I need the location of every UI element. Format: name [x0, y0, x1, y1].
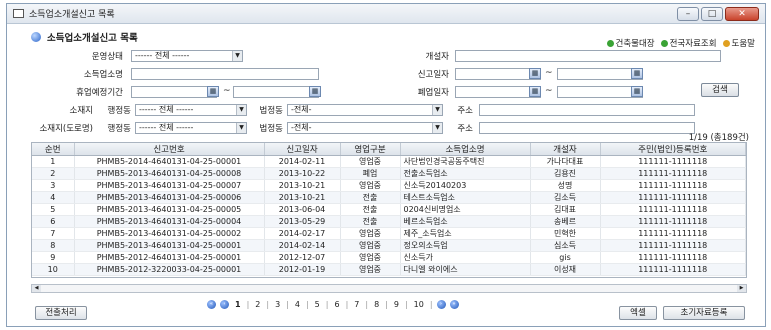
horizontal-scrollbar[interactable]: ◀ ▶ — [31, 284, 747, 293]
status-label: 운영상태 — [91, 52, 123, 62]
road-legal-dong-select[interactable]: -전체- ▼ — [287, 122, 443, 134]
col-header[interactable]: 신고일자 — [264, 143, 341, 156]
excel-button[interactable]: 엑셀 — [619, 306, 657, 320]
road-address-label: 소재지(도로명) — [39, 124, 93, 134]
table-row[interactable]: 2 PHMB5-2013-4640131-04-25-00008 2013-10-2… — [32, 167, 746, 180]
report-date-label: 신고일자 — [417, 70, 449, 80]
chevron-down-icon: ▼ — [432, 123, 442, 133]
business-name-input[interactable] — [131, 68, 319, 80]
page-link[interactable]: 2 — [253, 300, 262, 309]
col-header[interactable]: 주민(법인)등록번호 — [600, 143, 746, 156]
road-district-label: 행정동 — [107, 124, 131, 134]
legal-dong-label: 법정동 — [259, 106, 283, 116]
pagination: « ‹ 1 | 2 | 3 | 4 | 5 | 6 | 7 | 8 | 9 | 10 | › » — [207, 300, 459, 309]
chevron-down-icon: ▼ — [236, 105, 246, 115]
page-link[interactable]: 1 — [233, 300, 243, 309]
district-select[interactable]: ------ 전체 ------ ▼ — [135, 104, 247, 116]
top-links: 건축물대장 전국자료조회 도움말 — [606, 37, 755, 49]
table-row[interactable]: 6 PHMB5-2013-4640131-04-25-00004 2013-05-2… — [32, 215, 746, 228]
page-link[interactable]: 6 — [332, 300, 341, 309]
window-title: 소득업소개설신고 목록 — [29, 10, 115, 20]
chevron-down-icon: ▼ — [236, 123, 246, 133]
page-link[interactable]: 7 — [352, 300, 361, 309]
detail-address-label: 주소 — [457, 106, 473, 116]
detail-address-input[interactable] — [479, 104, 695, 116]
transfer-button[interactable]: 전출처리 — [35, 306, 87, 320]
page-title: 소득업소개설신고 목록 — [47, 33, 138, 44]
calendar-icon[interactable]: ▦ — [207, 86, 219, 97]
page-link[interactable]: 10 — [412, 300, 426, 309]
suspend-to-input[interactable] — [233, 86, 319, 98]
building-register-link[interactable]: 건축물대장 — [606, 37, 655, 49]
calendar-icon[interactable]: ▦ — [631, 68, 643, 79]
maximize-button[interactable]: □ — [701, 6, 723, 21]
col-header[interactable]: 신고번호 — [74, 143, 265, 156]
calendar-icon[interactable]: ▦ — [529, 86, 541, 97]
table-header: 순번 신고번호 신고일자 영업구분 소득업소명 개설자 주민(법인)등록번호 — [32, 143, 746, 156]
page-link[interactable]: 5 — [313, 300, 322, 309]
chevron-down-icon: ▼ — [232, 51, 242, 61]
col-header[interactable]: 개설자 — [530, 143, 601, 156]
nationwide-search-link[interactable]: 전국자료조회 — [660, 37, 717, 49]
table-row[interactable]: 10 PHMB5-2012-3220033-04-25-00001 2012-01-… — [32, 263, 746, 276]
table-row[interactable]: 4 PHMB5-2013-4640131-04-25-00006 2013-10-2… — [32, 191, 746, 204]
app-window-icon — [13, 9, 24, 18]
help-link[interactable]: 도움말 — [722, 37, 755, 49]
table-row[interactable]: 7 PHMB5-2013-4640131-04-25-00002 2014-02-1… — [32, 227, 746, 240]
col-header[interactable]: 소득업소명 — [400, 143, 531, 156]
page-link[interactable]: 9 — [392, 300, 401, 309]
road-detail-input[interactable] — [479, 122, 695, 134]
prev-page-icon[interactable]: ‹ — [220, 300, 229, 309]
minimize-button[interactable]: – — [677, 6, 699, 21]
road-legal-dong-label: 법정동 — [259, 124, 283, 134]
table-row[interactable]: 3 PHMB5-2013-4640131-04-25-00007 2013-10-2… — [32, 179, 746, 192]
page-link[interactable]: 8 — [372, 300, 381, 309]
close-button[interactable]: ✕ — [725, 6, 759, 21]
main-window: 소득업소개설신고 목록 – □ ✕ 소득업소개설신고 목록 건축물대장 전국자료… — [6, 3, 766, 327]
scroll-left-icon[interactable]: ◀ — [32, 285, 41, 292]
suspend-period-label: 휴업예정기간 — [76, 88, 123, 98]
initial-data-button[interactable]: 초기자료등록 — [663, 306, 745, 320]
last-page-icon[interactable]: » — [449, 300, 459, 309]
green-dot-icon — [660, 39, 668, 47]
calendar-icon[interactable]: ▦ — [631, 86, 643, 97]
col-header[interactable]: 영업구분 — [340, 143, 401, 156]
legal-dong-select[interactable]: -전체- ▼ — [287, 104, 443, 116]
table-row[interactable]: 8 PHMB5-2013-4640131-04-25-00001 2014-02-1… — [32, 239, 746, 252]
page-link[interactable]: 3 — [273, 300, 282, 309]
calendar-icon[interactable]: ▦ — [529, 68, 541, 79]
next-page-icon[interactable]: › — [436, 300, 446, 309]
opener-label: 개설자 — [425, 52, 449, 62]
page-link[interactable]: 4 — [293, 300, 302, 309]
table-row[interactable]: 1 PHMB5-2014-4640131-04-25-00001 2014-02-1… — [32, 155, 746, 168]
closure-date-label: 폐업일자 — [417, 88, 449, 98]
road-detail-label: 주소 — [457, 124, 473, 134]
title-bar: 소득업소개설신고 목록 – □ ✕ — [7, 4, 765, 24]
page-heading: 소득업소개설신고 목록 — [31, 30, 138, 44]
chevron-down-icon: ▼ — [432, 105, 442, 115]
search-form: 운영상태 ------ 전체 ------ ▼ 개설자 소득업소명 신고일자 ▦ … — [31, 50, 743, 134]
table-row[interactable]: 5 PHMB5-2013-4640131-04-25-00005 2013-06-0… — [32, 203, 746, 216]
scroll-right-icon[interactable]: ▶ — [737, 285, 746, 292]
status-select[interactable]: ------ 전체 ------ ▼ — [131, 50, 243, 62]
calendar-icon[interactable]: ▦ — [309, 86, 321, 97]
green-dot-icon — [606, 39, 614, 47]
orange-dot-icon — [722, 39, 730, 47]
address-label: 소재지 — [69, 106, 93, 116]
table-row[interactable]: 9 PHMB5-2012-4640131-04-25-00001 2012-12-0… — [32, 251, 746, 264]
results-table: 순번 신고번호 신고일자 영업구분 소득업소명 개설자 주민(법인)등록번호 1… — [31, 142, 747, 278]
road-district-select[interactable]: ------ 전체 ------ ▼ — [135, 122, 247, 134]
suspend-from-input[interactable] — [131, 86, 217, 98]
district-label: 행정동 — [107, 106, 131, 116]
business-name-label: 소득업소명 — [83, 70, 123, 80]
opener-input[interactable] — [455, 50, 721, 62]
heading-bullet-icon — [31, 32, 41, 42]
col-header[interactable]: 순번 — [32, 143, 75, 156]
first-page-icon[interactable]: « — [207, 300, 216, 309]
search-button[interactable]: 검색 — [701, 83, 739, 97]
